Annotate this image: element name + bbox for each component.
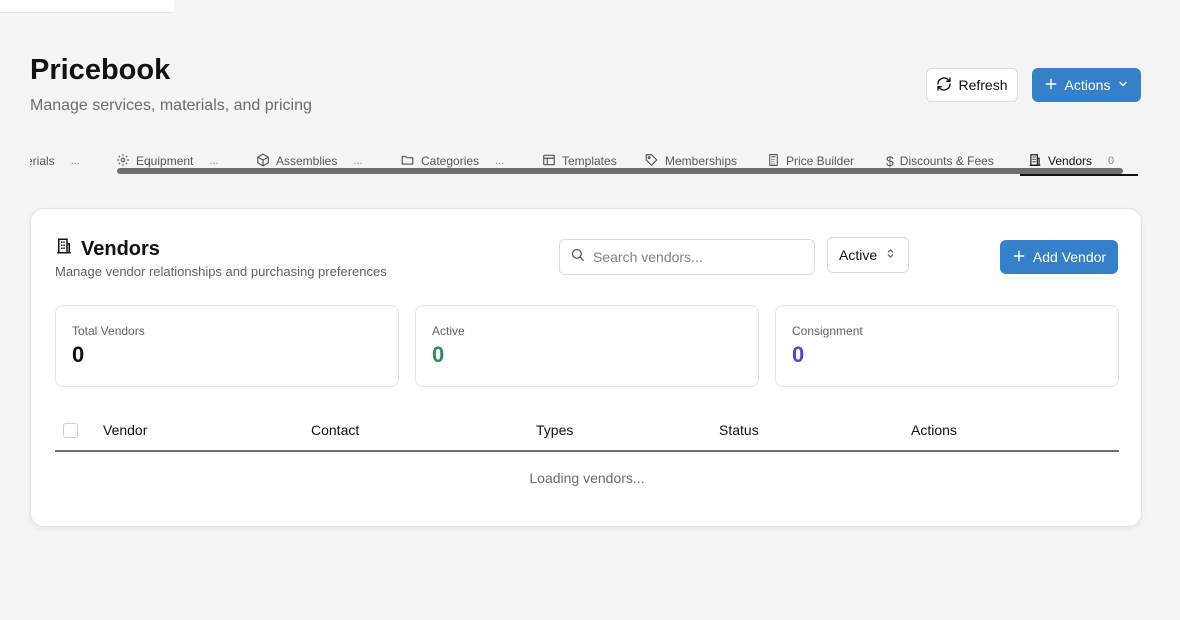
active-tab-indicator [1020,174,1138,176]
tabs-scrollbar[interactable] [117,168,1123,174]
vendors-table-header: Vendor Contact Types Status Actions [55,414,1119,452]
vendors-card: Vendors Manage vendor relationships and … [30,208,1142,527]
chevron-up-down-icon [885,247,896,263]
stat-total-vendors: Total Vendors 0 [55,305,399,387]
vendor-search[interactable] [559,239,815,275]
tab-count: ... [353,155,363,167]
tab-materials[interactable]: erials ... [30,151,80,171]
search-icon [570,247,585,267]
tab-label: Assemblies [276,154,338,168]
tab-label: Vendors [1048,154,1093,168]
tab-count: ... [495,155,505,167]
refresh-icon [936,76,952,95]
tab-count: 0 [1108,155,1115,167]
actions-label: Actions [1064,77,1111,93]
stat-label: Active [432,324,465,338]
status-filter-value: Active [839,247,878,263]
stat-value: 0 [792,342,805,367]
building-icon [1028,153,1042,170]
plus-icon [1012,249,1026,266]
page-subtitle: Manage services, materials, and pricing [30,97,312,114]
pricebook-tabs: erials ... Equipment ... Assemblies ... … [30,148,1140,178]
loading-message: Loading vendors... [529,470,645,486]
refresh-button[interactable]: Refresh [926,68,1018,102]
calculator-icon [767,153,780,170]
tag-icon [644,153,659,170]
add-vendor-button[interactable]: Add Vendor [1000,240,1118,274]
stat-value: 0 [432,342,445,367]
select-all-checkbox[interactable] [63,423,78,438]
tab-label: Price Builder [786,154,855,168]
column-header-vendor[interactable]: Vendor [103,422,147,438]
dollar-icon: $ [886,153,894,169]
search-input[interactable] [593,249,793,265]
status-filter-select[interactable]: Active [827,237,909,273]
tab-count: ... [70,155,80,167]
stat-value: 0 [72,342,85,367]
vendors-subtitle: Manage vendor relationships and purchasi… [55,264,387,279]
tab-label: Categories [421,154,480,168]
stat-active: Active 0 [415,305,759,387]
layout-icon [542,153,556,170]
vendors-card-title: Vendors [55,237,160,261]
tab-label: erials [30,154,55,168]
stat-label: Total Vendors [72,324,145,338]
top-tab-stub [0,0,174,13]
plus-icon [1044,77,1058,94]
column-header-status[interactable]: Status [719,422,759,438]
tab-label: Memberships [665,154,738,168]
stat-label: Consignment [792,324,863,338]
folder-icon [400,153,415,170]
gear-icon [116,153,130,170]
column-header-actions: Actions [911,422,957,438]
tab-label: Templates [562,154,617,168]
tab-label: Discounts & Fees [899,154,994,168]
stat-consignment: Consignment 0 [775,305,1119,387]
add-vendor-label: Add Vendor [1032,249,1107,265]
tab-label: Equipment [136,154,194,168]
building-icon [55,237,73,261]
column-header-contact[interactable]: Contact [311,422,359,438]
chevron-down-icon [1117,77,1129,93]
box-icon [256,153,270,170]
actions-button[interactable]: Actions [1032,68,1141,102]
refresh-label: Refresh [958,77,1008,93]
column-header-types[interactable]: Types [536,422,573,438]
tab-count: ... [209,155,219,167]
vendors-title: Vendors [81,237,160,260]
page-title: Pricebook [30,54,171,86]
